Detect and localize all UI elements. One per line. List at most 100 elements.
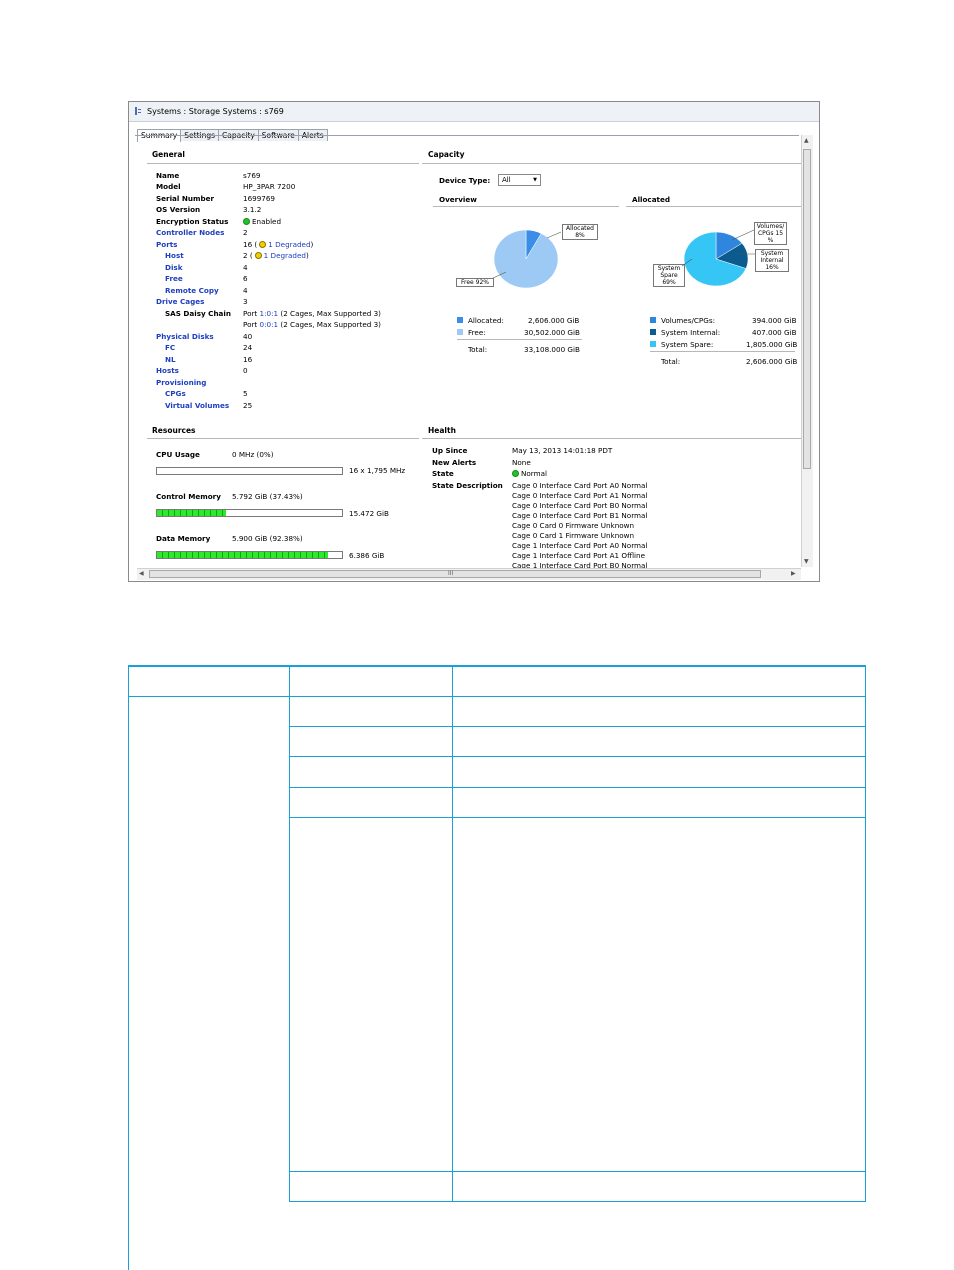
general-heading: General — [152, 150, 185, 159]
overview-allocated-value: 2,606.000 GiB — [528, 316, 580, 325]
cpu-usage-value: 0 MHz (0%) — [232, 450, 274, 459]
overview-divider — [433, 206, 619, 207]
physical-disks-link[interactable]: Physical Disks — [156, 332, 214, 341]
cpu-usage-max: 16 x 1,795 MHz — [349, 466, 406, 475]
sas-port-link-2[interactable]: 0:0:1 — [260, 320, 279, 329]
table-col-rule — [452, 665, 453, 1202]
nl-disks-link[interactable]: NL — [165, 355, 176, 364]
state-description-item: Cage 0 Interface Card Port A1 Normal — [512, 491, 648, 500]
free-ports-link[interactable]: Free — [165, 274, 183, 283]
host-degraded-link[interactable]: 1 Degraded — [264, 251, 306, 260]
name-value: s769 — [243, 171, 261, 180]
overview-callout-allocated: Allocated 8% — [562, 224, 598, 240]
cpu-usage-bar — [156, 467, 343, 475]
window-titlebar: Systems : Storage Systems : s769 — [129, 102, 819, 122]
allocated-total-value: 2,606.000 GiB — [746, 357, 798, 366]
physical-disks-value: 40 — [243, 332, 253, 341]
virtual-volumes-link[interactable]: Virtual Volumes — [165, 401, 229, 410]
sas-daisy-chain-label: SAS Daisy Chain — [165, 309, 231, 318]
legend-swatch — [650, 341, 656, 347]
os-version-label: OS Version — [156, 205, 201, 214]
window-title: Systems : Storage Systems : s769 — [147, 107, 284, 116]
scroll-right-icon[interactable]: ▶ — [791, 570, 796, 577]
state-description-item: Cage 0 Interface Card Port A0 Normal — [512, 481, 648, 490]
legend-swatch — [650, 329, 656, 335]
device-type-select[interactable]: All ▼ — [498, 174, 541, 186]
allocated-total-divider — [650, 351, 795, 352]
scroll-left-icon[interactable]: ◀ — [139, 570, 144, 577]
legend-swatch — [457, 317, 463, 323]
up-since-label: Up Since — [432, 446, 468, 455]
ports-degraded-link[interactable]: 1 Degraded — [268, 240, 310, 249]
status-ok-icon — [512, 470, 519, 477]
device-type-label: Device Type: — [439, 176, 491, 185]
ports-link[interactable]: Ports — [156, 240, 177, 249]
table-row-rule — [289, 726, 866, 727]
overview-legend-allocated: Allocated: — [457, 316, 504, 325]
controller-nodes-link[interactable]: Controller Nodes — [156, 228, 224, 237]
table-row-rule — [289, 817, 866, 818]
cpgs-link[interactable]: CPGs — [165, 389, 186, 398]
state-label: State — [432, 469, 454, 478]
control-memory-bar — [156, 509, 343, 517]
systems-icon — [135, 107, 141, 115]
state-description-item: Cage 0 Card 0 Firmware Unknown — [512, 521, 635, 530]
fc-disks-link[interactable]: FC — [165, 343, 175, 352]
sas-chain-2: Port 0:0:1 (2 Cages, Max Supported 3) — [243, 320, 381, 329]
allocated-leader-lines — [681, 229, 755, 267]
virtual-volumes-value: 25 — [243, 401, 253, 410]
state-description-list: Cage 0 Interface Card Port A0 Normal Cag… — [512, 481, 722, 569]
scroll-grip: III — [448, 570, 454, 577]
state-text: Normal — [521, 469, 548, 478]
legend-label: System Internal: — [661, 328, 721, 337]
capacity-divider — [422, 163, 802, 164]
horizontal-scrollbar[interactable]: ◀ III ▶ — [137, 568, 801, 580]
warning-icon — [254, 252, 262, 259]
name-label: Name — [156, 171, 180, 180]
state-description-item: Cage 0 Interface Card Port B1 Normal — [512, 511, 648, 520]
hosts-link[interactable]: Hosts — [156, 366, 179, 375]
allocated-legend-internal: System Internal: — [650, 328, 720, 337]
resources-heading: Resources — [152, 426, 196, 435]
data-memory-max: 6.386 GiB — [349, 551, 385, 560]
table-col-rule — [128, 697, 129, 1270]
allocated-legend-spare: System Spare: — [650, 340, 713, 349]
horizontal-scroll-thumb[interactable]: III — [149, 570, 761, 578]
sas-chain-detail-2: (2 Cages, Max Supported 3) — [278, 320, 381, 329]
resources-divider — [147, 438, 419, 439]
new-alerts-value: None — [512, 458, 531, 467]
remote-copy-link[interactable]: Remote Copy — [165, 286, 219, 295]
tab-bar: Summary Settings Capacity Software Alerts — [137, 123, 328, 142]
drive-cages-link[interactable]: Drive Cages — [156, 297, 204, 306]
vertical-scroll-thumb[interactable] — [803, 149, 811, 469]
summary-panel: General Name s769 Model HP_3PAR 7200 Ser… — [135, 135, 802, 569]
state-description-item: Cage 1 Interface Card Port A1 Offline — [512, 551, 645, 560]
table-top-rule — [128, 665, 866, 667]
ports-value: 16 (1 Degraded) — [243, 240, 313, 249]
host-count: 2 ( — [243, 251, 253, 260]
vertical-scrollbar[interactable]: ▲ ▼ — [801, 135, 813, 567]
sas-chain-detail-1: (2 Cages, Max Supported 3) — [278, 309, 381, 318]
allocated-spare-value: 1,805.000 GiB — [746, 340, 798, 349]
provisioning-link[interactable]: Provisioning — [156, 378, 206, 387]
sas-port-link-1[interactable]: 1:0:1 — [260, 309, 279, 318]
overview-callout-free: Free 92% — [456, 278, 494, 287]
scroll-up-icon[interactable]: ▲ — [804, 137, 809, 144]
allocated-callout-internal: System Internal 16% — [755, 249, 789, 272]
legend-label: Allocated: — [468, 316, 504, 325]
state-description-label: State Description — [432, 481, 503, 490]
overview-total-divider — [457, 339, 582, 340]
state-description-item: Cage 1 Interface Card Port A0 Normal — [512, 541, 648, 550]
up-since-value: May 13, 2013 14:01:18 PDT — [512, 446, 613, 455]
overview-free-value: 30,502.000 GiB — [524, 328, 580, 337]
scroll-down-icon[interactable]: ▼ — [804, 558, 809, 565]
disk-ports-link[interactable]: Disk — [165, 263, 183, 272]
allocated-internal-value: 407.000 GiB — [752, 328, 797, 337]
host-ports-link[interactable]: Host — [165, 251, 184, 260]
table-col-rule — [128, 665, 129, 697]
data-memory-fill — [157, 552, 328, 558]
overview-legend-free: Free: — [457, 328, 486, 337]
overview-heading: Overview — [439, 195, 477, 204]
controller-nodes-value: 2 — [243, 228, 248, 237]
sas-port-word: Port — [243, 320, 260, 329]
